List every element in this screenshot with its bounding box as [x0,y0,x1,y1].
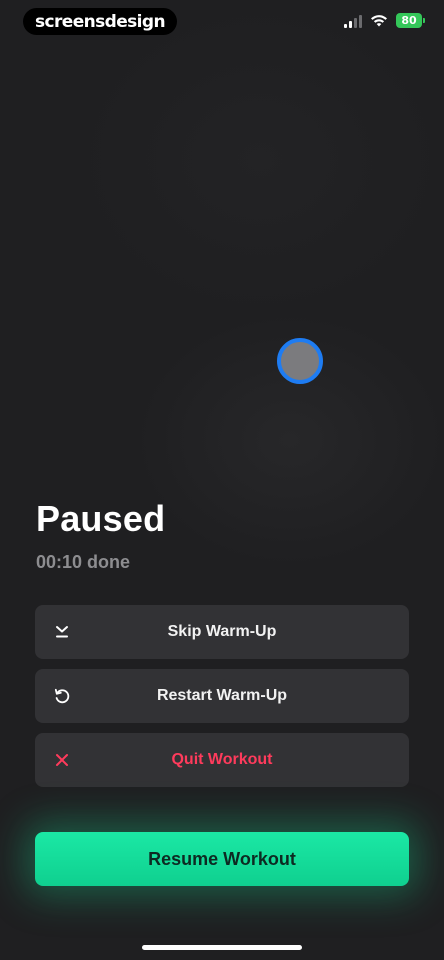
resume-workout-label: Resume Workout [148,848,296,869]
battery-level: 80 [401,14,417,27]
skip-warmup-button[interactable]: Skip Warm-Up [35,605,409,659]
restart-warmup-button[interactable]: Restart Warm-Up [35,669,409,723]
elapsed-time: 00:10 done [36,552,131,572]
cellular-signal-icon [344,14,362,28]
wifi-icon [371,14,387,26]
quit-workout-button[interactable]: Quit Workout [35,733,409,787]
restart-icon [53,687,71,705]
close-icon [53,751,71,769]
status-icons: 80 [344,13,425,28]
touch-indicator [277,338,323,384]
page-title: Paused [36,498,166,539]
battery-icon: 80 [396,13,425,28]
brand-label: screensdesign [35,11,166,32]
restart-warmup-label: Restart Warm-Up [156,687,288,704]
workout-paused-screen: screensdesign 80 Paused 00:10 done Skip … [0,0,444,960]
skip-warmup-label: Skip Warm-Up [167,623,277,640]
quit-workout-label: Quit Workout [171,751,273,768]
home-indicator[interactable] [142,945,302,950]
resume-workout-button[interactable]: Resume Workout [35,832,409,886]
skip-icon [53,623,71,641]
brand-badge: screensdesign [23,8,177,35]
